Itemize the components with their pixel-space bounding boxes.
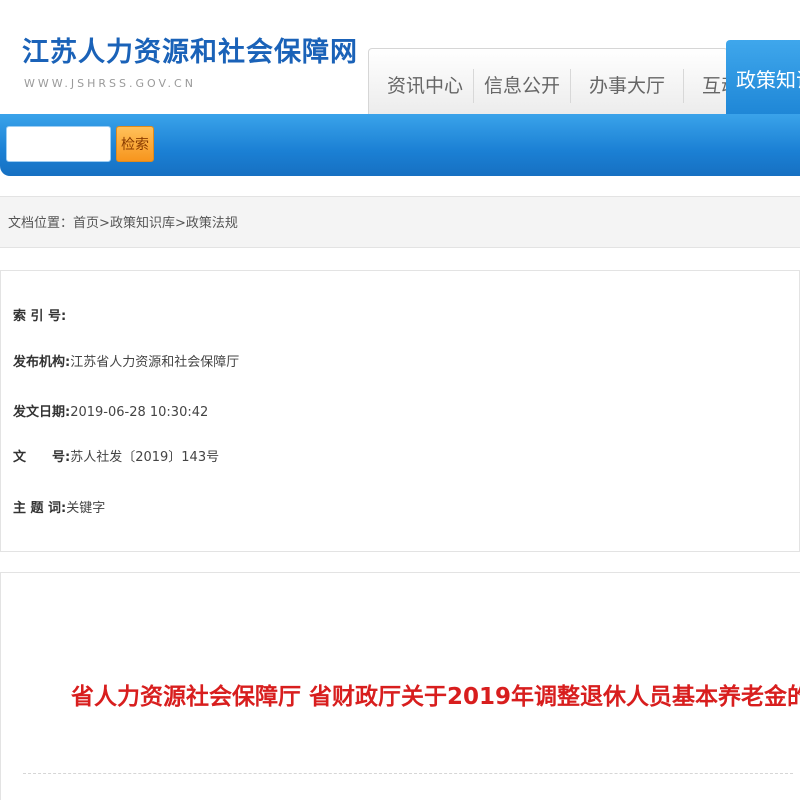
meta-keywords-value: 关键字 — [66, 501, 106, 516]
meta-row-index: 索 引 号: — [13, 305, 66, 324]
nav-tab-service-hall[interactable]: 办事大厅 — [571, 68, 685, 103]
breadcrumb-separator: > — [174, 216, 186, 231]
document-title: 省人力资源社会保障厅 省财政厅关于2019年调整退休人员基本养老金的通知 — [71, 684, 800, 710]
main-nav: 资讯中心 信息公开 办事大厅 互动专区 — [368, 48, 778, 114]
nav-tab-news[interactable]: 资讯中心 — [377, 68, 475, 103]
meta-keywords-label: 主 题 词: — [13, 501, 67, 516]
meta-row-date: 发文日期:2019-06-28 10:30:42 — [13, 401, 208, 420]
search-input[interactable] — [6, 126, 111, 162]
document-body: 省人力资源社会保障厅 省财政厅关于2019年调整退休人员基本养老金的通知 — [0, 572, 800, 800]
nav-tab-policy-knowledge[interactable]: 政策知识 — [726, 40, 800, 116]
search-bar: 检索 — [0, 114, 800, 176]
breadcrumb-bar: 文档位置：首页>政策知识库>政策法规 — [0, 196, 800, 248]
site-logo-title[interactable]: 江苏人力资源和社会保障网 — [22, 30, 358, 69]
title-divider — [23, 773, 793, 774]
meta-index-label: 索 引 号: — [13, 309, 67, 324]
meta-row-doc-number: 文 号:苏人社发〔2019〕143号 — [13, 446, 219, 465]
meta-date-label: 发文日期: — [13, 405, 71, 420]
breadcrumb: 文档位置：首页>政策知识库>政策法规 — [8, 212, 238, 231]
meta-doc-number-value: 苏人社发〔2019〕143号 — [70, 450, 220, 465]
meta-row-keywords: 主 题 词:关键字 — [13, 497, 105, 516]
site-logo-url: WWW.JSHRSS.GOV.CN — [24, 77, 196, 90]
page-frame: 江苏人力资源和社会保障网 WWW.JSHRSS.GOV.CN 资讯中心 信息公开… — [0, 0, 800, 800]
meta-row-publisher: 发布机构:江苏省人力资源和社会保障厅 — [13, 351, 239, 370]
meta-publisher-label: 发布机构: — [13, 355, 71, 370]
nav-tab-disclosure[interactable]: 信息公开 — [474, 68, 572, 103]
breadcrumb-policy-regulations-link[interactable]: 政策法规 — [186, 216, 238, 231]
site-header: 江苏人力资源和社会保障网 WWW.JSHRSS.GOV.CN 资讯中心 信息公开… — [0, 0, 800, 116]
meta-date-value: 2019-06-28 10:30:42 — [70, 405, 209, 420]
search-button[interactable]: 检索 — [116, 126, 154, 162]
document-meta-panel: 索 引 号: 发布机构:江苏省人力资源和社会保障厅 发文日期:2019-06-2… — [0, 270, 800, 552]
breadcrumb-prefix: 文档位置： — [8, 216, 74, 231]
meta-doc-number-label: 文 号: — [13, 450, 71, 465]
breadcrumb-policy-library-link[interactable]: 政策知识库 — [110, 216, 175, 231]
meta-publisher-value: 江苏省人力资源和社会保障厅 — [70, 355, 240, 370]
breadcrumb-home-link[interactable]: 首页 — [73, 216, 99, 231]
breadcrumb-separator: > — [99, 216, 110, 231]
